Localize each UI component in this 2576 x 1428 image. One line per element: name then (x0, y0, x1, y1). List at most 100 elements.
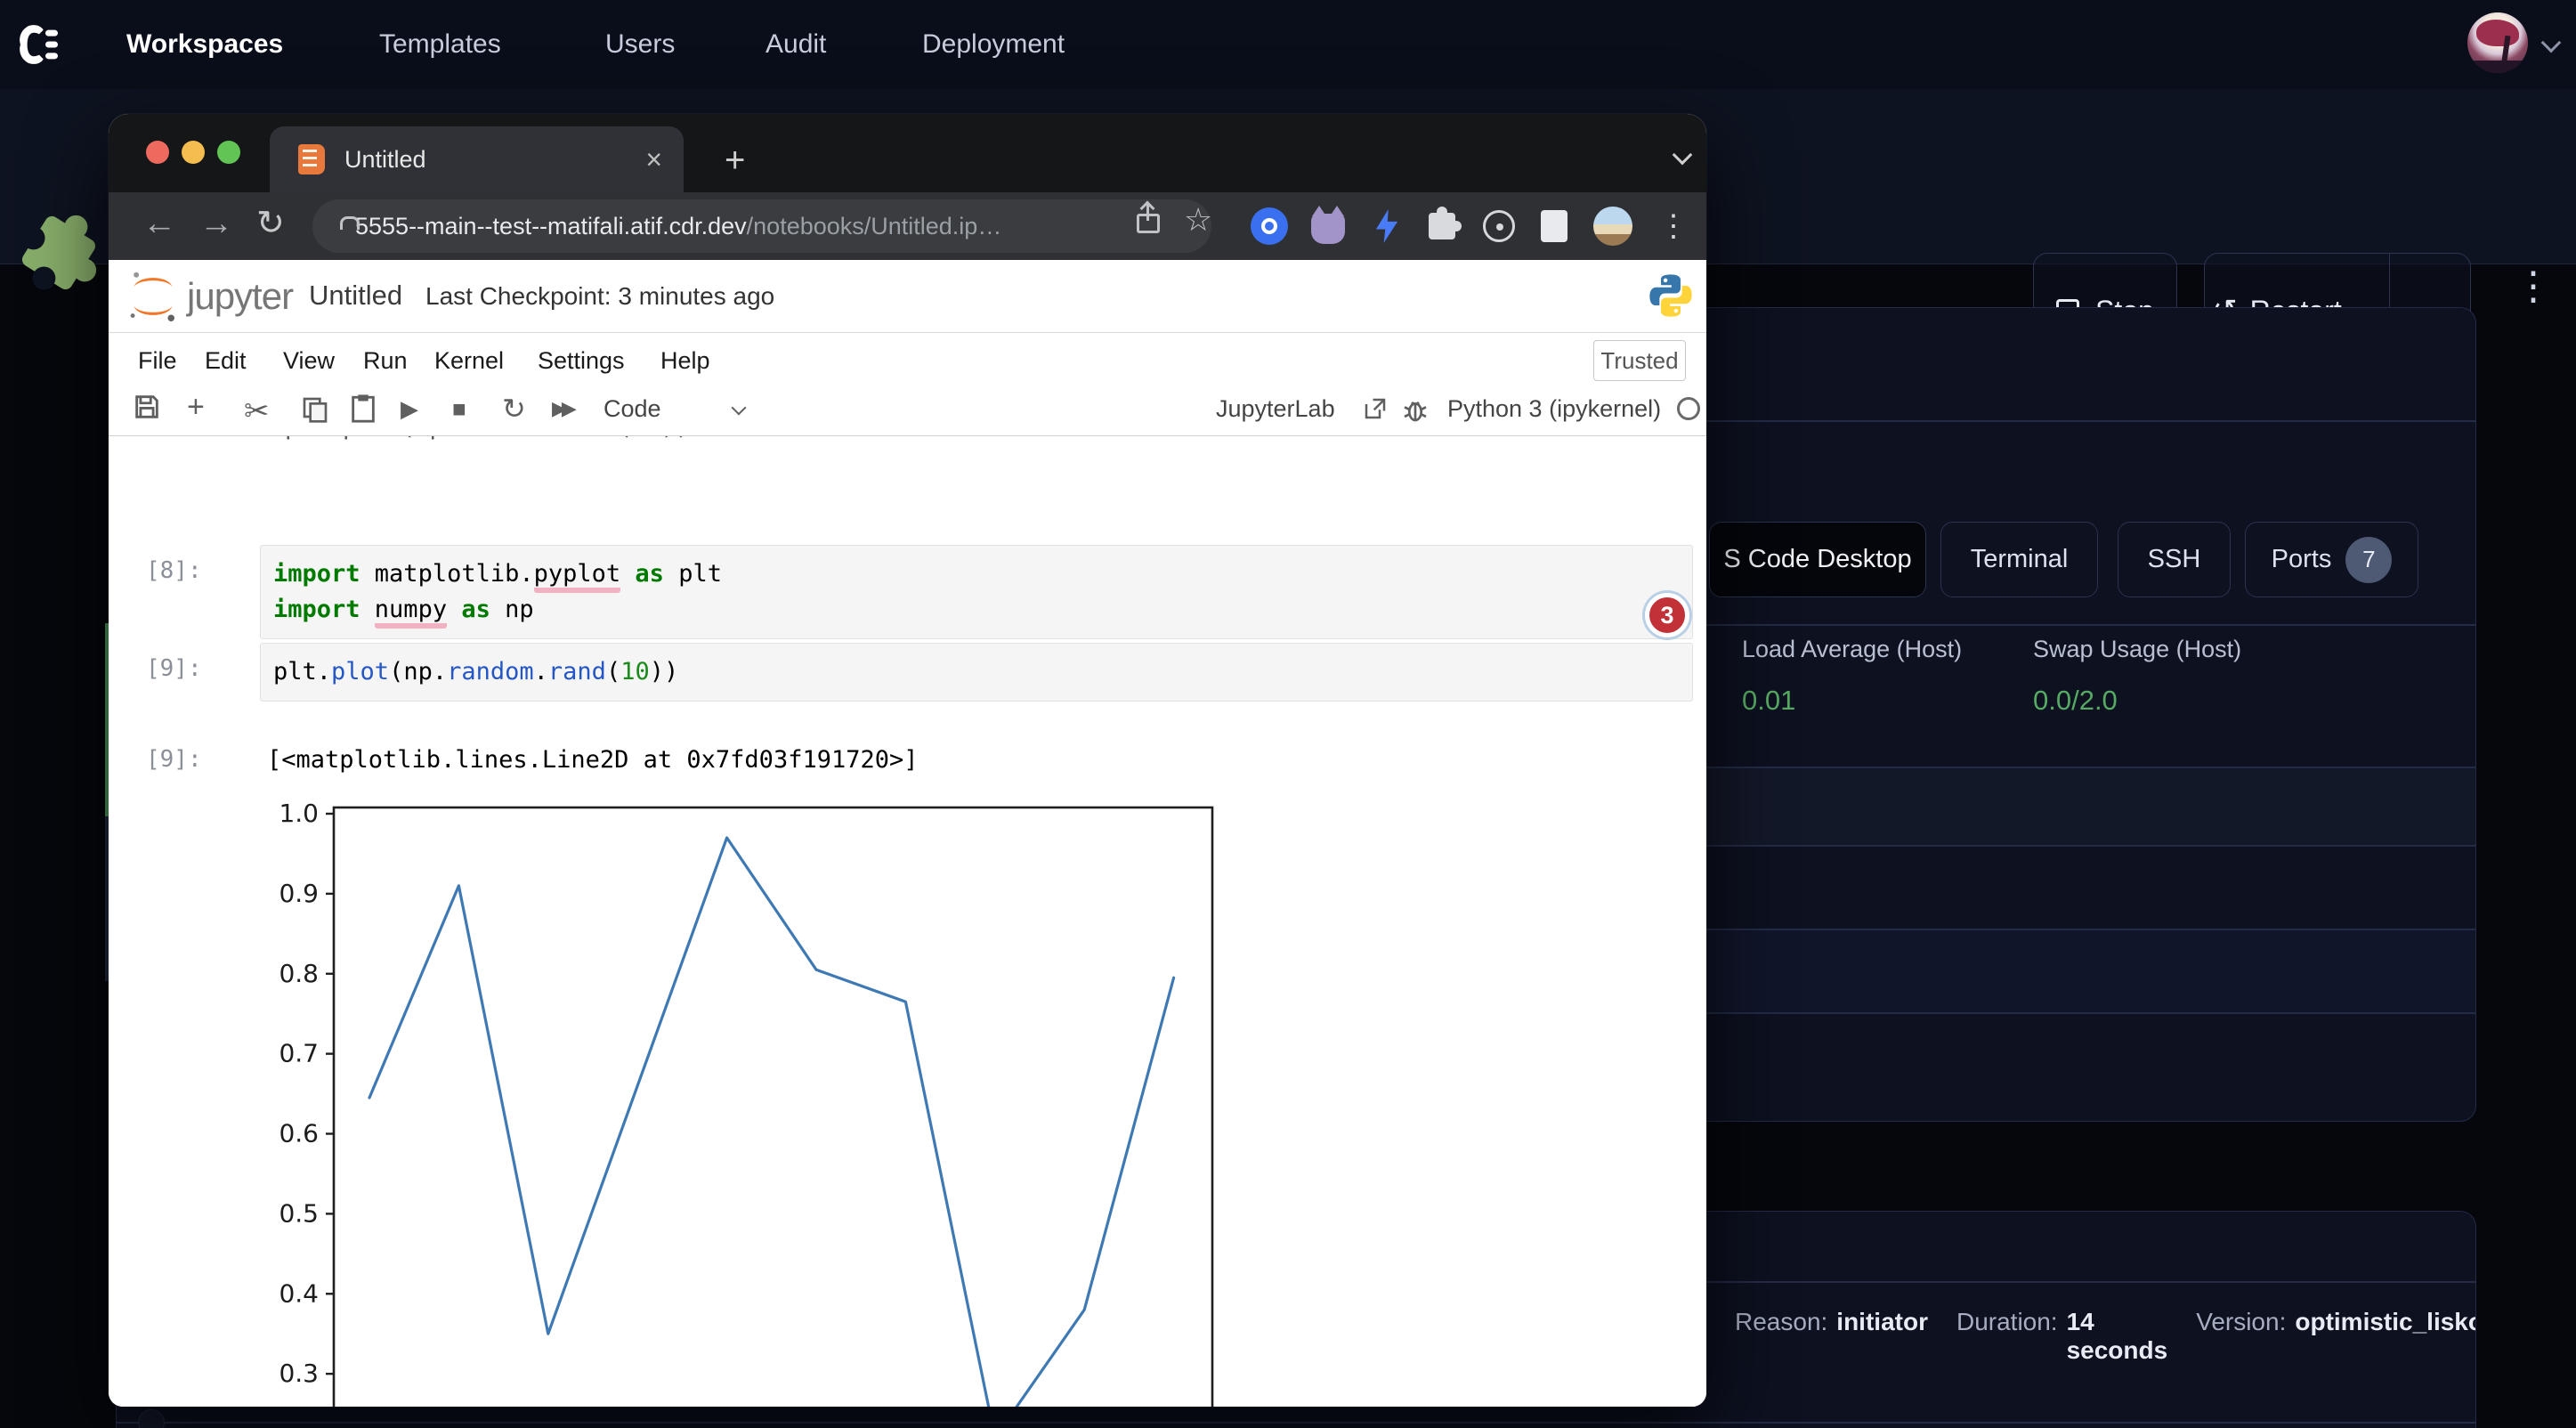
extension-lighthouse-icon[interactable] (1479, 207, 1519, 246)
tab-close-icon[interactable]: × (645, 143, 662, 176)
back-button[interactable]: ← (142, 205, 176, 243)
checkpoint-status: Last Checkpoint: 3 minutes ago (425, 282, 774, 311)
user-avatar[interactable] (2467, 12, 2528, 73)
reading-mode-icon[interactable] (1535, 207, 1574, 246)
paste-cell-icon[interactable] (349, 394, 377, 424)
tab-search-chevron-icon[interactable] (1673, 145, 1693, 166)
build-version: optimistic_liskov9 (2295, 1308, 2476, 1365)
build-reason: initiator (1836, 1308, 1928, 1365)
svg-text:0.5: 0.5 (279, 1198, 319, 1228)
jupyter-menubar: File Edit View Run Kernel Settings Help … (109, 333, 1706, 388)
open-terminal-button[interactable]: Terminal (1940, 522, 2098, 597)
cut-cell-icon[interactable]: ✂ (244, 394, 270, 429)
browser-tab[interactable]: Untitled × (270, 126, 684, 192)
macos-close-button[interactable] (146, 141, 169, 164)
notebook-title[interactable]: Untitled (309, 280, 402, 312)
template-puzzle-icon (20, 214, 98, 292)
url-text: 5555--main--test--matifali.atif.cdr.dev/… (355, 213, 1001, 240)
svg-text:0.7: 0.7 (279, 1039, 319, 1068)
avatar-art (2476, 20, 2519, 46)
macos-minimize-button[interactable] (182, 141, 205, 164)
debugger-bug-icon[interactable] (1401, 395, 1430, 424)
jupyter-header: jupyter Untitled Last Checkpoint: 3 minu… (109, 260, 1706, 333)
menu-file[interactable]: File (138, 347, 177, 375)
new-tab-button[interactable]: + (725, 146, 745, 174)
browser-menu-kebab[interactable]: ⋮ (1654, 207, 1693, 246)
open-ports-button[interactable]: Ports 7 (2245, 522, 2418, 597)
svg-text:0.8: 0.8 (279, 959, 319, 988)
external-link-icon[interactable] (1362, 395, 1389, 422)
bookmark-star-icon[interactable]: ☆ (1184, 201, 1212, 239)
kernel-name[interactable]: Python 3 (ipykernel) (1447, 395, 1661, 423)
restart-kernel-icon[interactable]: ↻ (502, 392, 526, 426)
browser-window: Untitled × + ← → ↻ 5555--main--test--mat… (109, 114, 1706, 1407)
extension-cat-icon[interactable] (1308, 207, 1348, 246)
extension-bolt-icon[interactable] (1367, 207, 1406, 246)
cell-type-chevron-icon[interactable] (732, 401, 747, 416)
extensions-puzzle-icon[interactable] (1422, 207, 1462, 246)
share-icon[interactable] (1137, 205, 1160, 233)
cell-output-text: [<matplotlib.lines.Line2D at 0x7fd03f191… (267, 746, 919, 774)
clipped-code-line: plt.plot(np.random.rand(10)) (285, 436, 690, 445)
nav-item-deployment[interactable]: Deployment (922, 0, 1065, 89)
coder-top-nav: Workspaces Templates Users Audit Deploym… (0, 0, 2576, 89)
metric-load-average: Load Average (Host) 0.01 (1742, 636, 1962, 717)
input-prompt: [9]: (146, 655, 202, 682)
save-icon[interactable] (132, 392, 162, 422)
matplotlib-figure: 0.20.30.40.50.60.70.80.91.002468 (276, 792, 1264, 1407)
tab-title: Untitled (344, 146, 426, 174)
menu-run[interactable]: Run (363, 347, 408, 375)
restart-run-all-icon[interactable]: ▶▶ (552, 397, 571, 420)
input-prompt: [8]: (146, 557, 202, 584)
extension-1password-icon[interactable] (1250, 207, 1289, 246)
open-jupyterlab-link[interactable]: JupyterLab (1216, 395, 1335, 423)
nav-item-workspaces[interactable]: Workspaces (126, 0, 283, 89)
kernel-status-icon (1677, 397, 1700, 420)
open-code-desktop-button[interactable]: S Code Desktop (1709, 522, 1926, 597)
notification-badge[interactable]: 3 (1645, 593, 1689, 637)
svg-text:1.0: 1.0 (279, 799, 319, 828)
menu-kernel[interactable]: Kernel (434, 347, 504, 375)
line-chart: 0.20.30.40.50.60.70.80.91.002468 (276, 792, 1264, 1407)
nav-item-audit[interactable]: Audit (766, 0, 826, 89)
svg-text:0.6: 0.6 (279, 1119, 319, 1148)
nav-item-users[interactable]: Users (605, 0, 675, 89)
address-bar[interactable]: 5555--main--test--matifali.atif.cdr.dev/… (312, 199, 1211, 253)
interrupt-kernel-icon[interactable]: ■ (452, 395, 466, 423)
menu-view[interactable]: View (283, 347, 335, 375)
svg-text:0.9: 0.9 (279, 879, 319, 908)
ports-count-badge: 7 (2345, 537, 2392, 583)
avatar-chevron-down-icon[interactable] (2541, 33, 2562, 53)
jupyter-logo[interactable]: jupyter (126, 269, 293, 324)
menu-settings[interactable]: Settings (538, 347, 625, 375)
notebook-scroll-area[interactable]: plt.plot(np.random.rand(10)) [8]: import… (109, 436, 1706, 1407)
menu-help[interactable]: Help (660, 347, 710, 375)
screen: Workspaces Templates Users Audit Deploym… (0, 0, 2576, 1428)
open-ssh-button[interactable]: SSH (2118, 522, 2231, 597)
browser-profile-avatar[interactable] (1593, 207, 1632, 246)
trusted-button[interactable]: Trusted (1593, 340, 1686, 381)
svg-text:0.3: 0.3 (279, 1359, 319, 1388)
macos-zoom-button[interactable] (217, 141, 240, 164)
cell-type-select[interactable]: Code (603, 395, 661, 423)
jupyter-favicon (298, 144, 325, 174)
coder-logo-icon[interactable] (14, 20, 64, 69)
add-cell-icon[interactable]: + (187, 390, 205, 425)
workspace-menu-kebab[interactable]: ⋮ (2514, 267, 2553, 306)
jupyter-toolbar: + ✂ ▶ ■ ↻ ▶▶ Code JupyterLab Python 3 (i… (109, 388, 1706, 436)
code-cell[interactable]: plt.plot(np.random.rand(10)) (260, 643, 1693, 702)
menu-edit[interactable]: Edit (205, 347, 247, 375)
nav-item-templates[interactable]: Templates (379, 0, 501, 89)
metric-swap-usage: Swap Usage (Host) 0.0/2.0 (2033, 636, 2241, 717)
svg-text:0.4: 0.4 (279, 1278, 319, 1308)
jupyter-page: jupyter Untitled Last Checkpoint: 3 minu… (109, 260, 1706, 1407)
python-logo-icon (1647, 271, 1695, 325)
output-prompt: [9]: (146, 746, 202, 773)
reload-button[interactable]: ↻ (256, 203, 285, 243)
forward-button[interactable]: → (199, 205, 233, 243)
code-cell[interactable]: import matplotlib.pyplot as pltimport nu… (260, 545, 1693, 639)
run-cell-icon[interactable]: ▶ (401, 395, 418, 423)
copy-cell-icon[interactable] (301, 395, 329, 424)
browser-toolbar: ← → ↻ 5555--main--test--matifali.atif.cd… (109, 192, 1706, 260)
build-duration: 14 seconds (2067, 1308, 2168, 1365)
